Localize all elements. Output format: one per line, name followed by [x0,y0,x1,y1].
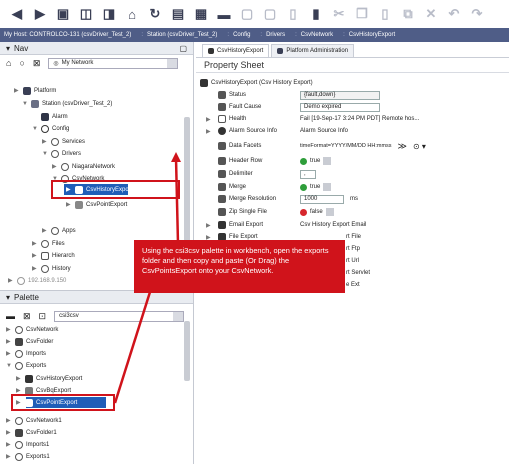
instruction-callout: Using the csi3csv palette in workbench, … [134,240,345,293]
arrow-to-nav [174,157,180,245]
callout-arrows [113,152,181,404]
arrow-to-palette [113,291,152,404]
arrow-head-up [171,152,181,162]
